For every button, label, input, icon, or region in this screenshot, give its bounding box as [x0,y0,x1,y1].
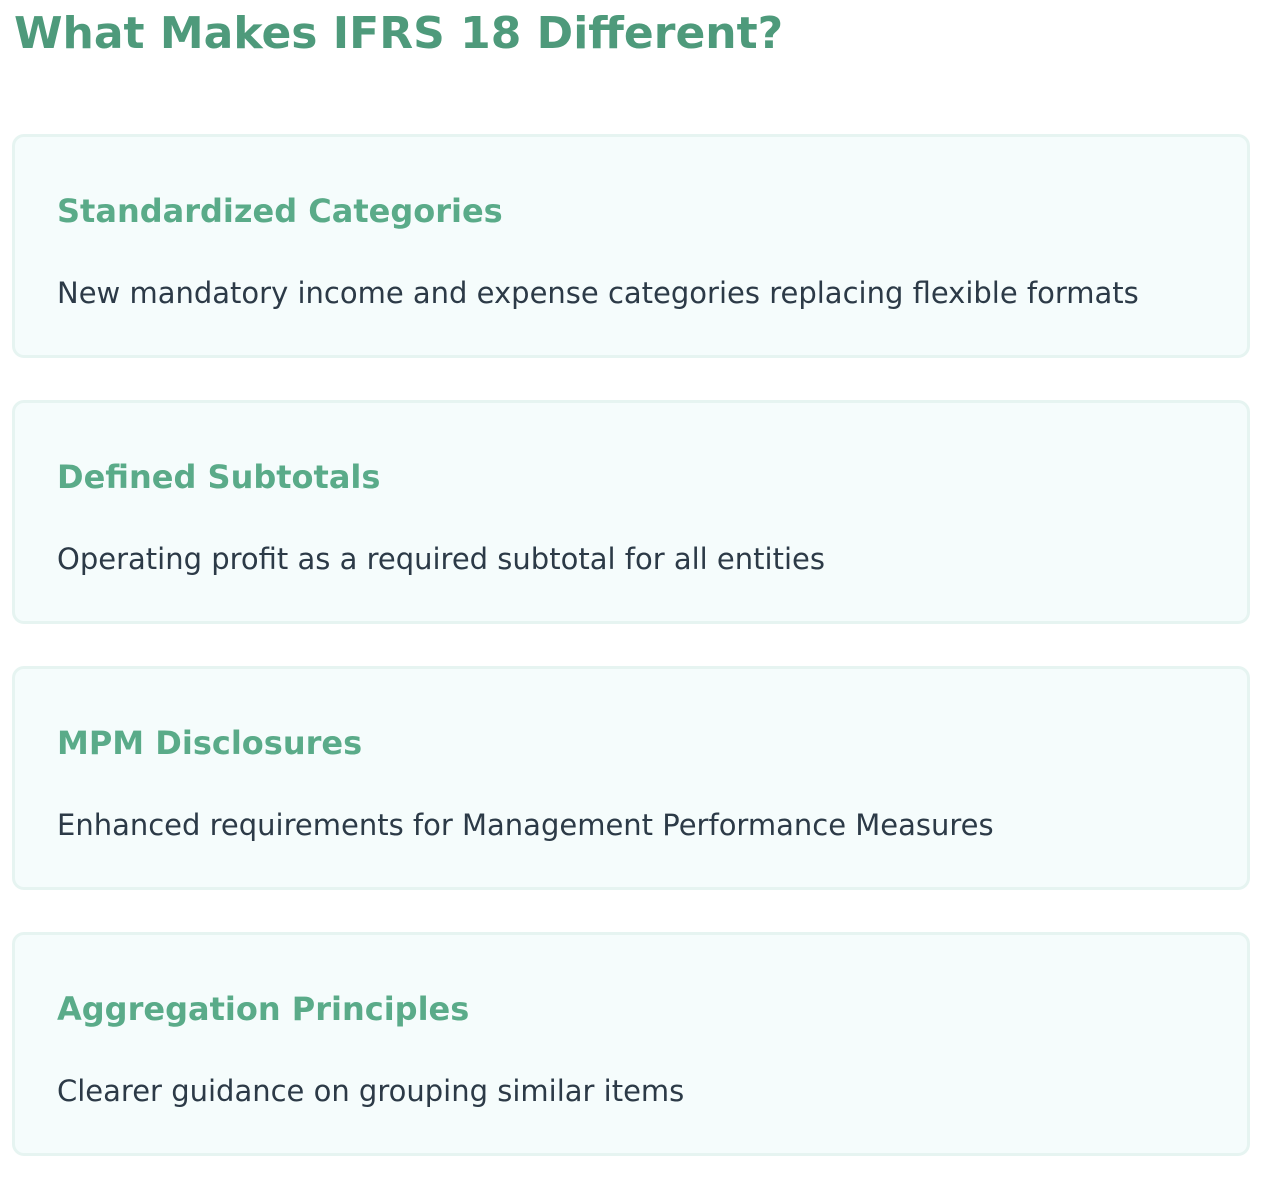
feature-card-standardized-categories: Standardized Categories New mandatory in… [12,134,1250,358]
card-title: Standardized Categories [57,192,503,230]
card-description: Enhanced requirements for Management Per… [57,808,994,842]
card-title: Defined Subtotals [57,458,381,496]
card-title: MPM Disclosures [57,724,363,762]
feature-card-list: Standardized Categories New mandatory in… [12,134,1250,1198]
page-title: What Makes IFRS 18 Different? [14,8,784,59]
feature-card-aggregation-principles: Aggregation Principles Clearer guidance … [12,932,1250,1156]
feature-card-defined-subtotals: Defined Subtotals Operating profit as a … [12,400,1250,624]
card-description: New mandatory income and expense categor… [57,276,1139,310]
card-title: Aggregation Principles [57,990,470,1028]
feature-card-mpm-disclosures: MPM Disclosures Enhanced requirements fo… [12,666,1250,890]
card-description: Operating profit as a required subtotal … [57,542,825,576]
card-description: Clearer guidance on grouping similar ite… [57,1074,685,1108]
